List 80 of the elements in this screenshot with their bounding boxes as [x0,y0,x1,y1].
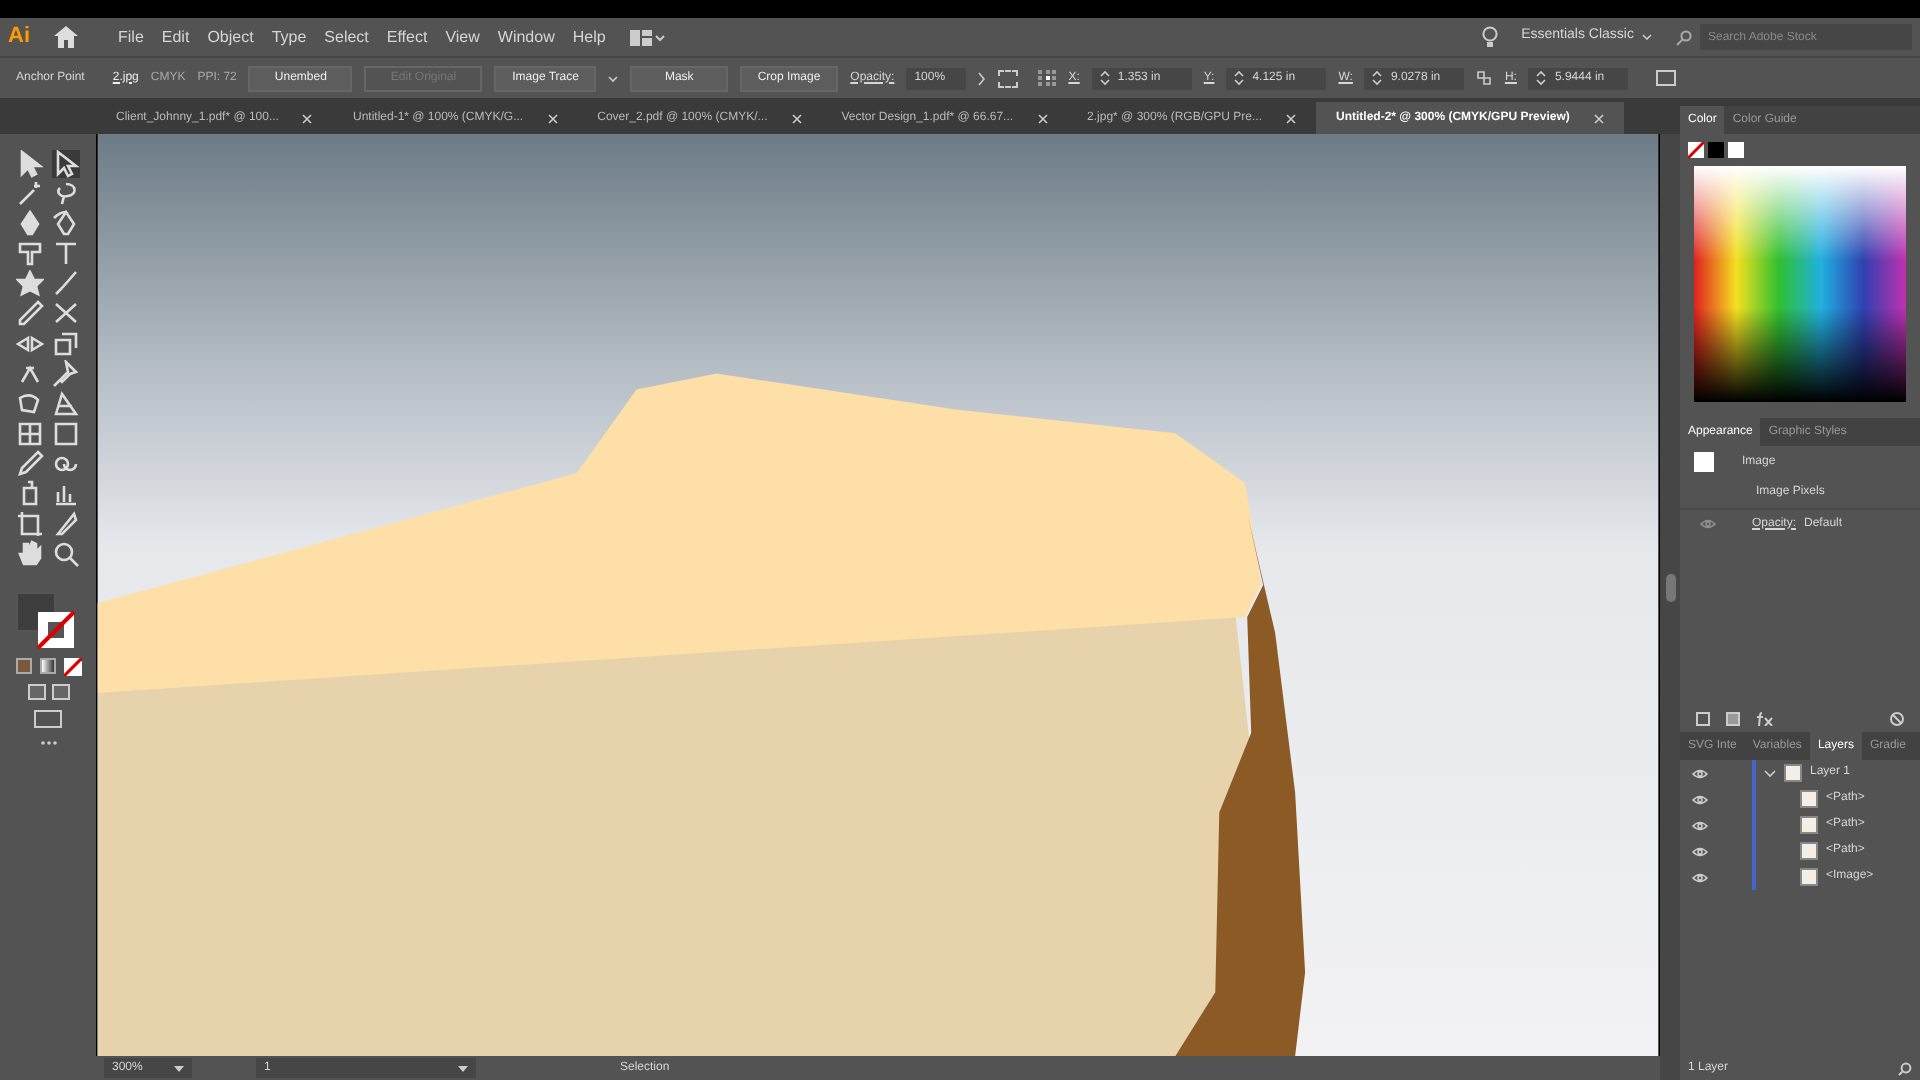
caret-icon [1642,34,1652,40]
close-icon[interactable] [302,113,313,123]
magic-wand-icon[interactable] [16,180,44,208]
menu-item[interactable]: Object [207,25,254,49]
draw-behind-icon[interactable] [51,684,69,700]
close-icon[interactable] [1593,113,1604,123]
color-spectrum[interactable] [1694,166,1906,402]
stepper-icon[interactable] [1536,70,1547,86]
pen-icon[interactable] [16,210,44,238]
artboard-icon[interactable] [16,510,44,538]
stroke-swatch-icon[interactable] [36,610,76,650]
scrollbar-thumb[interactable] [1665,574,1675,602]
none-swatch-icon[interactable] [1688,142,1704,158]
close-icon[interactable] [791,113,802,123]
close-icon[interactable] [547,113,558,123]
width-tool-icon[interactable] [16,330,44,358]
pencil-icon[interactable] [16,300,44,328]
menu-item[interactable]: Window [497,25,555,49]
menu-item[interactable]: Select [324,25,369,49]
direct-selection-icon[interactable] [52,150,80,178]
search-icon[interactable] [1898,1061,1912,1075]
expand-icon[interactable] [1764,767,1776,779]
eye-icon[interactable] [1692,793,1708,805]
stepper-icon[interactable] [1234,70,1245,86]
caret-icon[interactable] [608,75,619,81]
type-icon[interactable] [52,240,80,268]
menu-item[interactable]: Help [572,25,606,49]
align-icon[interactable] [998,69,1019,87]
screen-mode-icon[interactable] [34,710,62,728]
gradient-icon[interactable] [52,420,80,448]
zoom-icon[interactable] [52,540,80,568]
color-swatch[interactable] [1728,142,1744,158]
menu-item[interactable]: Type [271,25,307,49]
stepper-icon[interactable] [1372,70,1383,86]
star-icon[interactable] [16,270,44,298]
eye-icon[interactable] [1692,819,1708,831]
menu-item[interactable]: Edit [161,25,190,49]
close-icon[interactable] [1037,113,1048,123]
reference-point-icon[interactable] [1038,70,1057,86]
scissors-icon[interactable] [52,300,80,328]
thumbnail-swatch [1694,452,1714,472]
transform-icon[interactable] [1656,70,1677,86]
lasso-icon[interactable] [52,180,80,208]
menu-item[interactable]: Effect [386,25,428,49]
selection-arrow-icon[interactable] [16,150,44,178]
mesh-icon[interactable] [16,420,44,448]
lightbulb-icon[interactable] [1481,26,1498,48]
caret-icon [174,1065,184,1072]
color-mode-swatch[interactable] [15,658,31,674]
none-mode-icon[interactable] [63,658,81,676]
search-icon [1676,29,1692,45]
scale-icon[interactable] [52,330,80,358]
area-type-icon[interactable] [16,240,44,268]
eyedropper-icon[interactable] [16,450,44,478]
home-icon[interactable] [54,26,78,48]
stepper-icon[interactable] [1099,70,1110,86]
add-fill-icon[interactable] [1726,711,1740,725]
eye-icon[interactable] [1692,845,1708,857]
eye-icon[interactable] [1692,871,1708,883]
chevron-icon[interactable] [978,71,987,85]
gradient-mode-swatch[interactable] [39,658,55,674]
curvature-pen-icon[interactable] [52,210,80,238]
workspace-layout-icon[interactable] [629,29,666,45]
color-swatch[interactable] [1708,142,1724,158]
app-logo: Ai [8,22,30,53]
link-icon[interactable] [1476,70,1493,86]
clear-icon[interactable] [1890,711,1904,725]
menu-item[interactable]: File [118,25,144,49]
caret-icon [458,1065,468,1072]
more-icon[interactable] [39,740,57,746]
menu-item[interactable]: View [445,25,480,49]
paintbrush-icon[interactable] [52,270,80,298]
eye-icon[interactable] [1692,767,1708,779]
slice-icon[interactable] [52,510,80,538]
close-icon[interactable] [1286,113,1297,123]
bar-graph-icon[interactable] [52,480,80,508]
draw-normal-icon[interactable] [27,684,45,700]
add-stroke-icon[interactable] [1696,711,1710,725]
fx-icon[interactable] [1756,711,1774,725]
hand-icon[interactable] [16,540,44,568]
